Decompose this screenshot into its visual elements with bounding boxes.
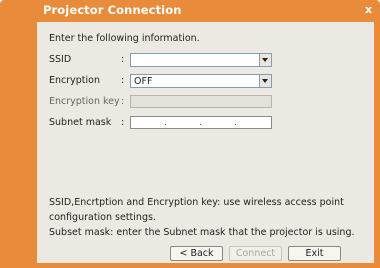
connect-button: Connect <box>229 246 282 261</box>
encryption-key-label: Encryption key <box>49 96 120 107</box>
ip-separator: . <box>199 118 202 128</box>
chevron-down-icon[interactable] <box>259 54 271 66</box>
subnet-mask-input[interactable]: . . . <box>130 116 272 129</box>
chevron-down-icon[interactable] <box>259 75 271 87</box>
back-button[interactable]: < Back <box>170 246 223 261</box>
exit-button[interactable]: Exit <box>288 246 341 261</box>
ssid-colon: : <box>121 54 125 65</box>
encryption-key-input <box>130 95 272 108</box>
ssid-label: SSID <box>49 54 72 65</box>
help-line: configuration settings. <box>49 212 156 223</box>
close-icon[interactable]: x <box>365 3 372 16</box>
encryption-key-colon: : <box>121 96 125 107</box>
ip-separator: . <box>164 118 167 128</box>
subnet-mask-label: Subnet mask <box>49 117 112 128</box>
subnet-mask-colon: : <box>121 117 125 128</box>
dialog-title: Projector Connection <box>43 3 182 17</box>
ip-separator: . <box>234 118 237 128</box>
encryption-combobox[interactable]: OFF <box>130 74 272 88</box>
title-bar: Projector Connection x <box>0 0 380 22</box>
ssid-combobox[interactable] <box>130 53 272 67</box>
encryption-colon: : <box>121 75 125 86</box>
dialog-body: Enter the following information. SSID : … <box>37 22 374 263</box>
intro-text: Enter the following information. <box>49 33 200 44</box>
projector-connection-dialog: Projector Connection x Enter the followi… <box>0 0 380 268</box>
encryption-label: Encryption <box>49 75 101 86</box>
help-line: Subset mask: enter the Subnet mask that … <box>49 227 355 238</box>
help-line: SSID,Encrtption and Encryption key: use … <box>49 197 344 208</box>
encryption-value: OFF <box>134 76 153 87</box>
help-text: SSID,Encrtption and Encryption key: use … <box>49 195 367 240</box>
